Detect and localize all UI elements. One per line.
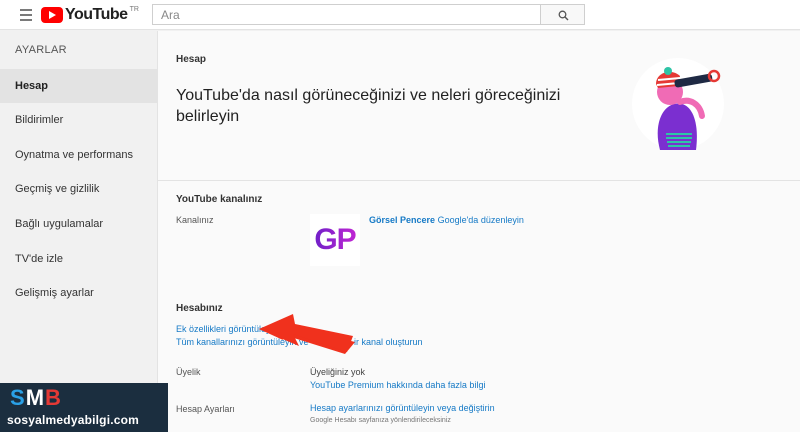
watermark: SMB sosyalmedyabilgi.com: [0, 383, 168, 432]
play-icon: [41, 7, 63, 23]
channel-label: Kanalınız: [176, 215, 214, 225]
account-settings-link[interactable]: Hesap ayarlarınızı görüntüleyin veya değ…: [310, 403, 495, 413]
page-title: Hesap: [176, 54, 207, 65]
sidebar-item-advanced[interactable]: Gelişmiş ayarlar: [0, 276, 158, 310]
channel-avatar-text: GP: [314, 223, 356, 256]
sidebar-item-account[interactable]: Hesap: [0, 69, 158, 103]
top-bar: YouTube TR: [0, 0, 800, 30]
sidebar-item-connected-apps[interactable]: Bağlı uygulamalar: [0, 207, 158, 241]
search-icon: [558, 10, 569, 21]
account-settings-note: Google Hesabı sayfanıza yönlendirileceks…: [310, 417, 451, 424]
create-channel-link[interactable]: ir kanal oluşturun: [354, 337, 423, 347]
premium-info-link[interactable]: YouTube Premium hakkında daha fazla bilg…: [310, 380, 485, 390]
sidebar-item-history-privacy[interactable]: Geçmiş ve gizlilik: [0, 172, 158, 206]
settings-sidebar: AYARLAR Hesap Bildirimler Oynatma ve per…: [0, 31, 158, 432]
channel-name-link[interactable]: Görsel Pencere Google'da düzenleyin: [369, 215, 524, 225]
sidebar-item-watch-on-tv[interactable]: TV'de izle: [0, 242, 158, 276]
search-button[interactable]: [540, 4, 585, 25]
annotation-arrow-icon: [259, 314, 355, 354]
logo-text: YouTube: [65, 6, 128, 23]
watermark-letter-b: B: [45, 385, 62, 410]
edit-in-google-link[interactable]: Google'da düzenleyin: [438, 215, 524, 225]
youtube-logo[interactable]: YouTube TR: [41, 6, 139, 24]
section-divider: [158, 180, 800, 181]
sidebar-item-playback[interactable]: Oynatma ve performans: [0, 138, 158, 172]
sidebar-item-notifications[interactable]: Bildirimler: [0, 103, 158, 137]
watermark-letter-m: M: [25, 385, 46, 410]
channel-name[interactable]: Görsel Pencere: [369, 215, 435, 225]
account-section-title: Hesabınız: [176, 303, 223, 314]
membership-value: Üyeliğiniz yok: [310, 367, 366, 377]
channel-section-title: YouTube kanalınız: [176, 194, 263, 205]
hamburger-menu-icon[interactable]: [20, 9, 32, 21]
logo-region: TR: [129, 5, 139, 13]
sidebar-title: AYARLAR: [15, 44, 67, 56]
account-settings-label: Hesap Ayarları: [176, 404, 235, 414]
page: YouTube TR AYARLAR Hesap Bildirimler Oyn…: [0, 0, 800, 432]
watermark-letter-s: S: [10, 385, 26, 410]
watermark-url: sosyalmedyabilgi.com: [7, 413, 140, 427]
search-input[interactable]: [152, 4, 541, 25]
channel-avatar[interactable]: GP: [310, 214, 360, 266]
page-headline: YouTube'da nasıl görüneceğinizi ve neler…: [176, 87, 561, 125]
watermark-logo: SMB: [10, 385, 62, 411]
membership-label: Üyelik: [176, 367, 201, 377]
main-content: Hesap YouTube'da nasıl görüneceğinizi ve…: [158, 31, 800, 432]
telescope-illustration: [632, 58, 724, 150]
